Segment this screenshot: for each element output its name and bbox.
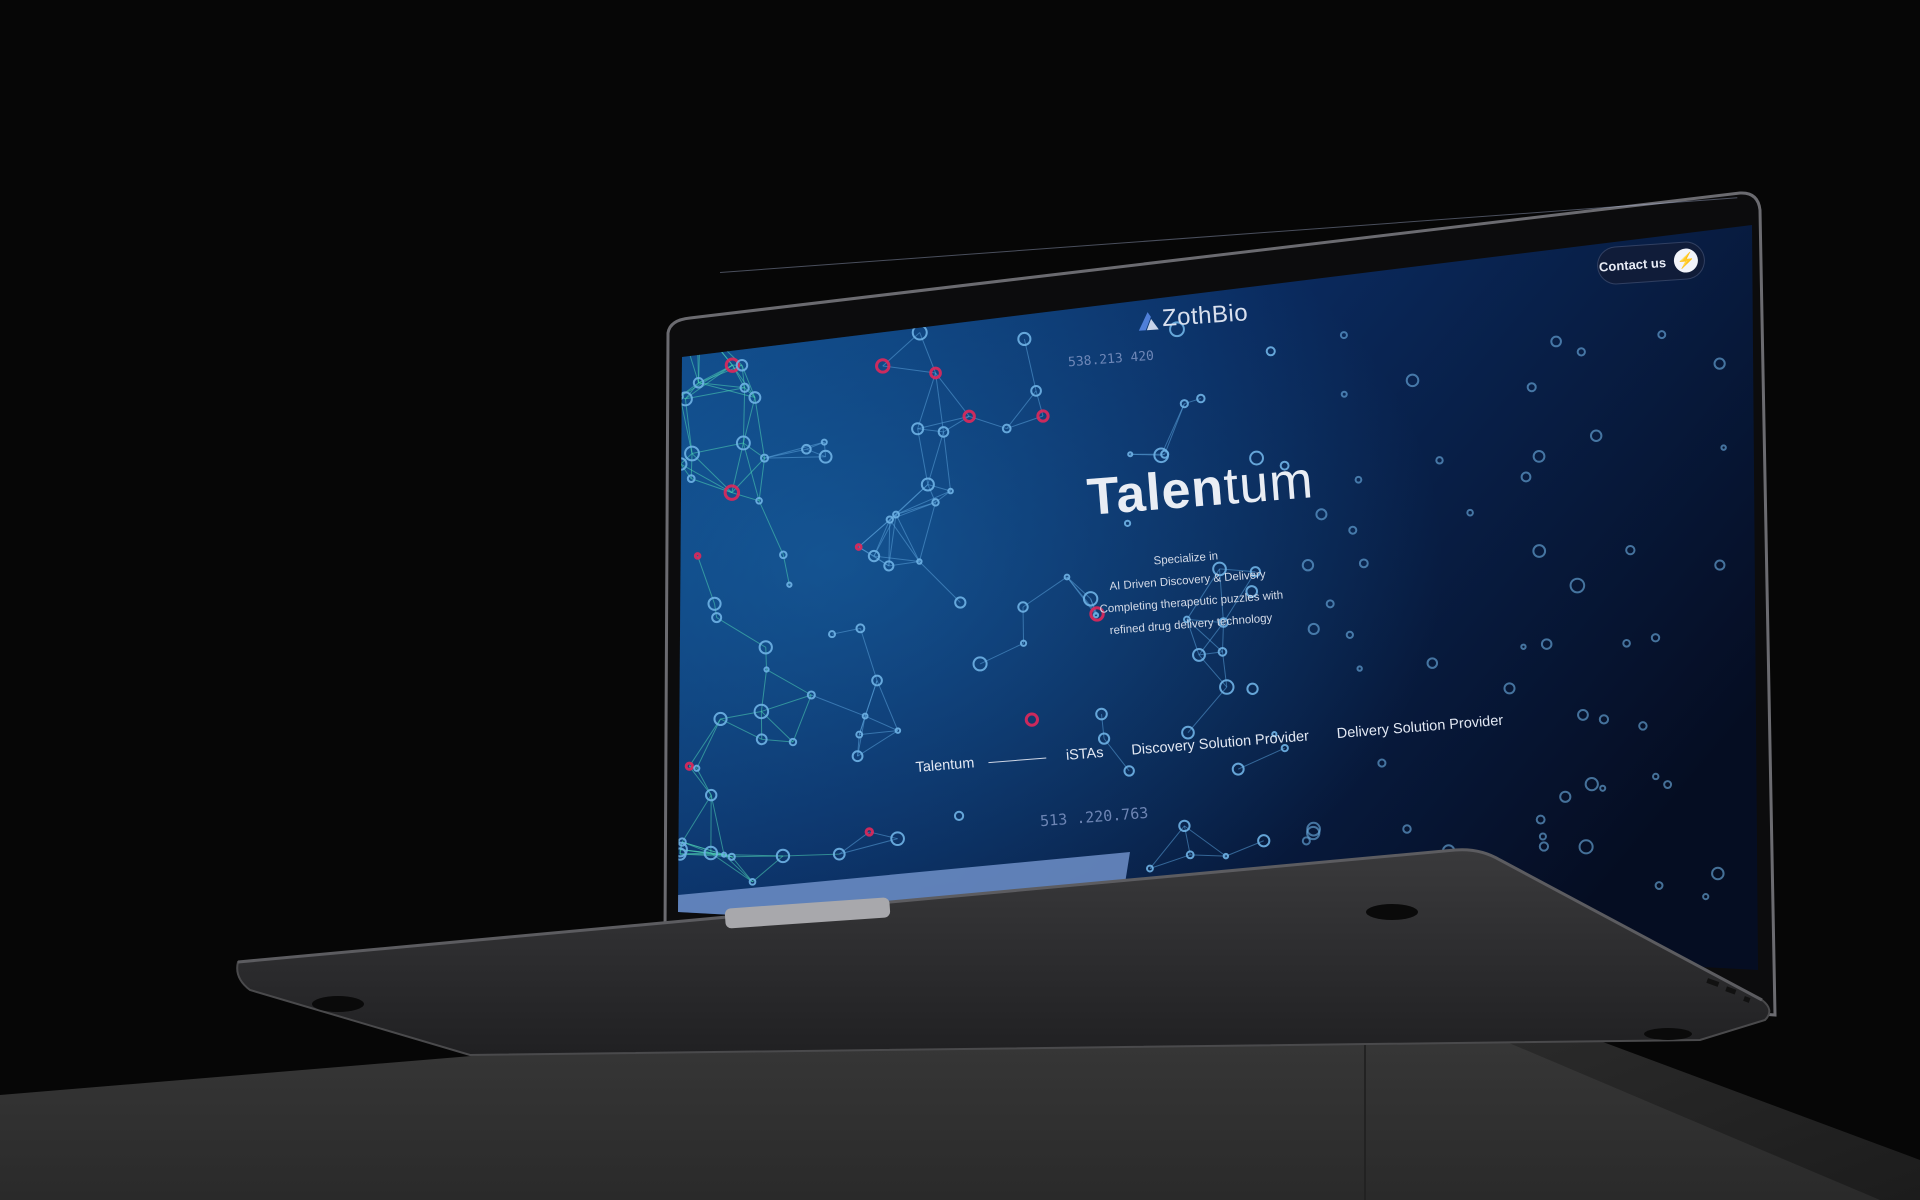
tab-istas[interactable]: iSTAs: [1065, 745, 1104, 764]
logo-text: ZothBio: [1161, 299, 1249, 333]
hero-subtitle: Specialize in AI Driven Discovery & Deli…: [1095, 541, 1283, 643]
contact-us-button[interactable]: Contact us ⚡: [1595, 240, 1707, 286]
active-tab-indicator: [988, 756, 1047, 763]
logo-mark-icon: [1138, 312, 1159, 331]
contact-label: Contact us: [1598, 254, 1667, 275]
lightning-icon: ⚡: [1673, 247, 1699, 274]
laptop-scene: [0, 191, 1920, 1200]
